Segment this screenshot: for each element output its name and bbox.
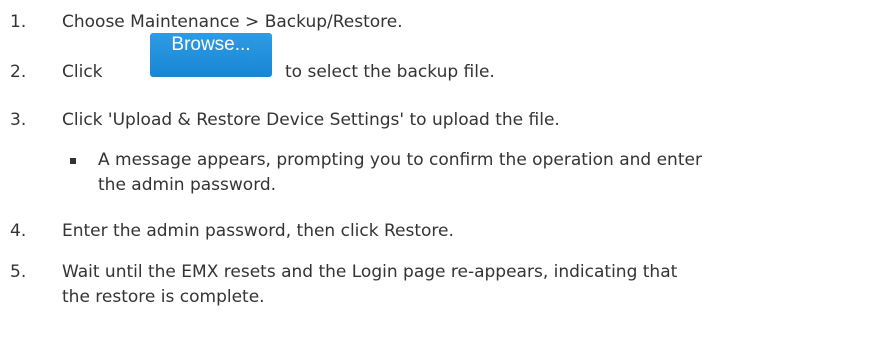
- step-text-line-2: the restore is complete.: [62, 287, 265, 307]
- step-number: 2.: [10, 62, 27, 82]
- step-text-before: Click: [62, 62, 103, 82]
- step-text-line-1: Wait until the EMX resets and the Login …: [62, 262, 678, 282]
- step-5: 5. Wait until the EMX resets and the Log…: [0, 261, 874, 311]
- square-bullet-icon: [70, 158, 76, 164]
- step-number: 5.: [10, 262, 27, 282]
- bullet-text-line-1: A message appears, prompting you to conf…: [98, 150, 702, 170]
- step-text-after: to select the backup file.: [285, 62, 495, 82]
- bullet-item: A message appears, prompting you to conf…: [0, 149, 874, 199]
- step-text: Click 'Upload & Restore Device Settings'…: [62, 110, 560, 130]
- step-number: 4.: [10, 221, 27, 241]
- step-number: 3.: [10, 110, 27, 130]
- step-2: 2. Click Browse... to select the backup …: [0, 0, 874, 90]
- bullet-text-line-2: the admin password.: [98, 175, 277, 195]
- step-text: Enter the admin password, then click Res…: [62, 221, 454, 241]
- browse-button[interactable]: Browse...: [150, 33, 272, 77]
